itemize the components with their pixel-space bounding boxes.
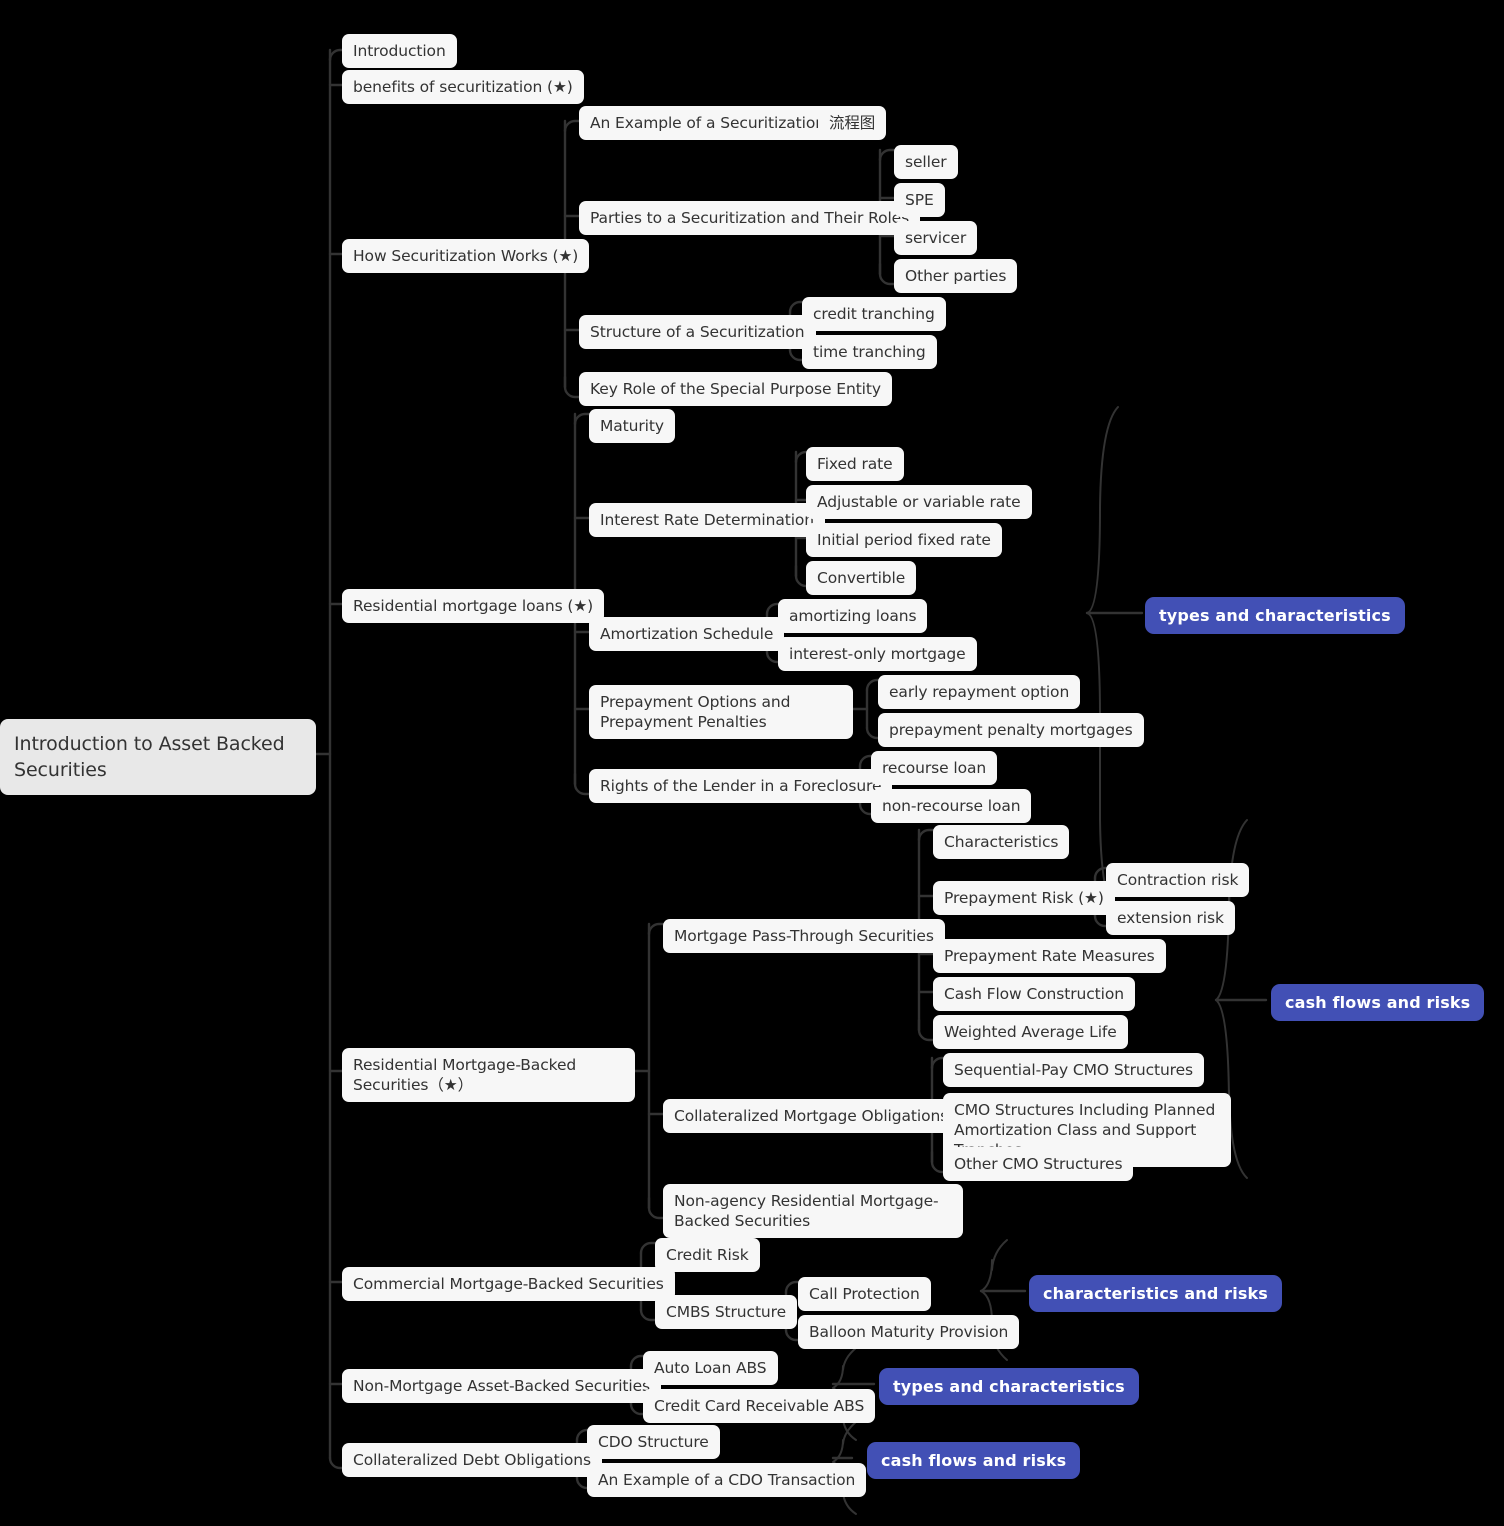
- node-call-protection[interactable]: Call Protection: [798, 1277, 931, 1312]
- node-cash-flow-construction[interactable]: Cash Flow Construction: [933, 977, 1135, 1012]
- node-weighted-average-life[interactable]: Weighted Average Life: [933, 1015, 1128, 1050]
- node-credit-tranching[interactable]: credit tranching: [802, 297, 946, 332]
- node-cdo-structure[interactable]: CDO Structure: [587, 1425, 720, 1460]
- node-amortization-schedule[interactable]: Amortization Schedule: [589, 617, 785, 652]
- node-residential-mortgage-loans[interactable]: Residential mortgage loans (★): [342, 589, 605, 624]
- root-node[interactable]: Introduction to Asset Backed Securities: [0, 719, 316, 796]
- node-cmbs[interactable]: Commercial Mortgage-Backed Securities: [342, 1267, 675, 1302]
- node-introduction[interactable]: Introduction: [342, 34, 457, 69]
- node-interest-only-mortgage[interactable]: interest-only mortgage: [778, 637, 977, 672]
- node-characteristics[interactable]: Characteristics: [933, 825, 1070, 860]
- node-rmbs[interactable]: Residential Mortgage-Backed Securities（★…: [342, 1048, 635, 1103]
- node-non-recourse-loan[interactable]: non-recourse loan: [871, 789, 1032, 824]
- node-initial-period-fixed-rate[interactable]: Initial period fixed rate: [806, 523, 1002, 558]
- node-prepayment-rate-measures[interactable]: Prepayment Rate Measures: [933, 939, 1166, 974]
- node-other-cmo-structures[interactable]: Other CMO Structures: [943, 1147, 1134, 1182]
- node-maturity[interactable]: Maturity: [589, 409, 675, 444]
- node-non-agency-rmbs[interactable]: Non-agency Residential Mortgage-Backed S…: [663, 1184, 963, 1239]
- node-how-securitization-works[interactable]: How Securitization Works (★): [342, 239, 590, 274]
- node-amortizing-loans[interactable]: amortizing loans: [778, 599, 928, 634]
- node-sequential-pay-cmo-structures[interactable]: Sequential-Pay CMO Structures: [943, 1053, 1205, 1088]
- node-fixed-rate[interactable]: Fixed rate: [806, 447, 904, 482]
- summary-types-and-characteristics-rml[interactable]: types and characteristics: [1145, 597, 1405, 634]
- node-an-example-of-a-securitization[interactable]: An Example of a Securitization: [579, 106, 836, 141]
- node-credit-risk[interactable]: Credit Risk: [655, 1238, 760, 1273]
- node-convertible[interactable]: Convertible: [806, 561, 917, 596]
- summary-characteristics-and-risks-cmbs[interactable]: characteristics and risks: [1029, 1275, 1282, 1312]
- summary-cash-flows-and-risks-cdo[interactable]: cash flows and risks: [867, 1442, 1081, 1479]
- mindmap-canvas: Introduction to Asset Backed Securities …: [0, 0, 1504, 1526]
- node-recourse-loan[interactable]: recourse loan: [871, 751, 998, 786]
- node-balloon-maturity-provision[interactable]: Balloon Maturity Provision: [798, 1315, 1020, 1350]
- node-early-repayment-option[interactable]: early repayment option: [878, 675, 1081, 710]
- node-rights-of-the-lender[interactable]: Rights of the Lender in a Foreclosure: [589, 769, 893, 804]
- summary-types-and-characteristics-abs[interactable]: types and characteristics: [879, 1368, 1139, 1405]
- node-an-example-of-a-cdo-transaction[interactable]: An Example of a CDO Transaction: [587, 1463, 867, 1498]
- node-parties-to-a-securitization[interactable]: Parties to a Securitization and Their Ro…: [579, 201, 921, 236]
- node-benefits-of-securitization[interactable]: benefits of securitization (★): [342, 70, 584, 105]
- node-contraction-risk[interactable]: Contraction risk: [1106, 863, 1250, 898]
- node-cmbs-structure[interactable]: CMBS Structure: [655, 1295, 798, 1330]
- node-time-tranching[interactable]: time tranching: [802, 335, 937, 370]
- node-credit-card-receivable-abs[interactable]: Credit Card Receivable ABS: [643, 1389, 876, 1424]
- node-servicer[interactable]: servicer: [894, 221, 978, 256]
- node-spe[interactable]: SPE: [894, 183, 945, 218]
- node-prepayment-risk[interactable]: Prepayment Risk (★): [933, 881, 1115, 916]
- node-prepayment-options-and-penalties[interactable]: Prepayment Options and Prepayment Penalt…: [589, 685, 853, 740]
- node-other-parties[interactable]: Other parties: [894, 259, 1018, 294]
- node-non-mortgage-abs[interactable]: Non-Mortgage Asset-Backed Securities: [342, 1369, 662, 1404]
- node-liuchengtu[interactable]: 流程图: [818, 106, 887, 141]
- node-key-role-of-the-spe[interactable]: Key Role of the Special Purpose Entity: [579, 372, 892, 407]
- summary-cash-flows-and-risks-rmbs[interactable]: cash flows and risks: [1271, 984, 1485, 1021]
- node-structure-of-a-securitization[interactable]: Structure of a Securitization: [579, 315, 816, 350]
- node-prepayment-penalty-mortgages[interactable]: prepayment penalty mortgages: [878, 713, 1144, 748]
- node-auto-loan-abs[interactable]: Auto Loan ABS: [643, 1351, 778, 1386]
- node-adjustable-or-variable-rate[interactable]: Adjustable or variable rate: [806, 485, 1032, 520]
- node-cdo[interactable]: Collateralized Debt Obligations: [342, 1443, 602, 1478]
- node-mortgage-pass-through-securities[interactable]: Mortgage Pass-Through Securities: [663, 919, 945, 954]
- node-seller[interactable]: seller: [894, 145, 958, 180]
- node-interest-rate-determination[interactable]: Interest Rate Determination: [589, 503, 826, 538]
- node-extension-risk[interactable]: extension risk: [1106, 901, 1235, 936]
- node-collateralized-mortgage-obligations[interactable]: Collateralized Mortgage Obligations: [663, 1099, 960, 1134]
